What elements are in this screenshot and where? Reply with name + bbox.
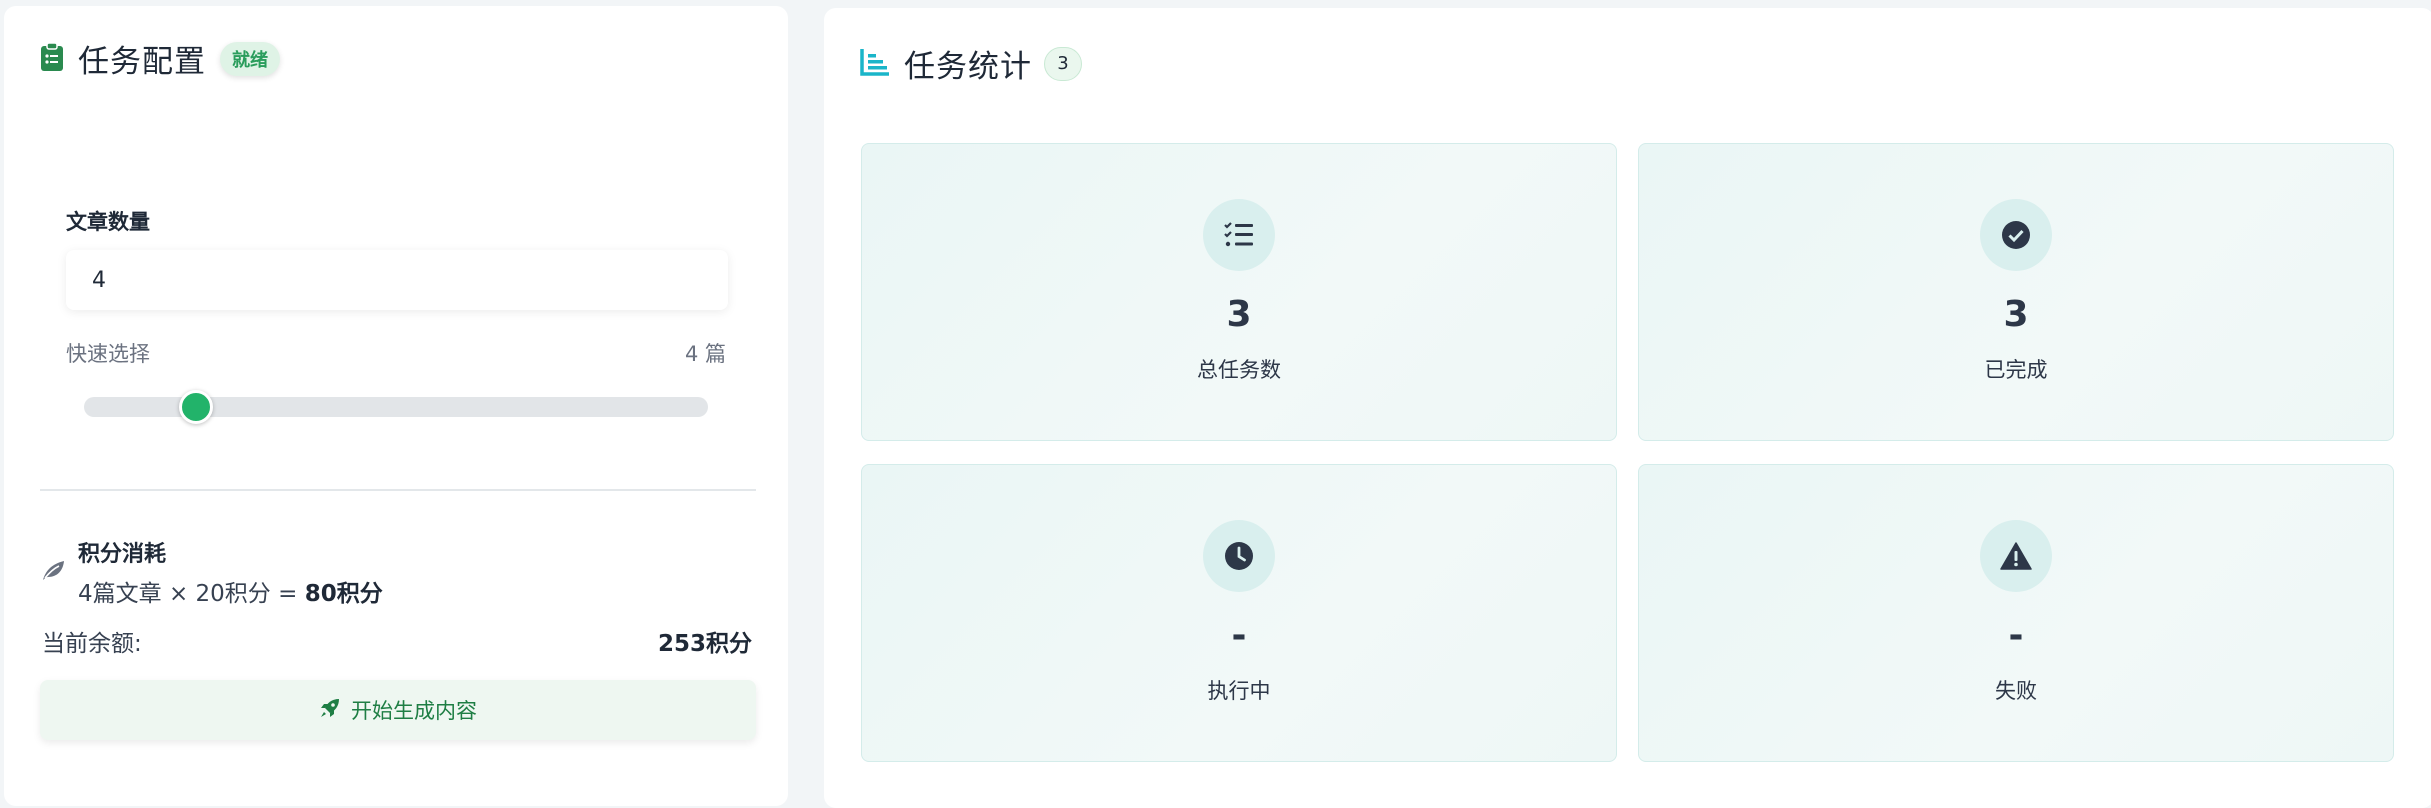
warning-icon: [1980, 520, 2052, 592]
stats-title: 任务统计: [904, 49, 1032, 85]
stat-label: 失败: [1995, 679, 2037, 703]
quick-select-value: 4 篇: [684, 342, 726, 366]
stat-label: 执行中: [1207, 679, 1271, 703]
start-button-label: 开始生成内容: [351, 699, 477, 723]
cost-formula-prefix: 4篇文章 × 20积分 =: [78, 581, 305, 607]
cost-title: 积分消耗: [78, 542, 167, 567]
stat-value: 3: [2003, 294, 2029, 335]
cost-total: 80积分: [304, 581, 383, 607]
quick-select-label: 快速选择: [66, 342, 150, 366]
config-title: 任务配置: [78, 44, 206, 80]
stat-value: -: [1231, 615, 1247, 656]
status-badge: 就绪: [220, 41, 280, 76]
balance-value: 253积分: [657, 631, 752, 657]
task-config-panel: 任务配置 就绪 文章数量 4 快速选择 4 篇 积分消耗 4篇文章 × 20积分…: [4, 6, 788, 806]
task-count-badge: 3: [1044, 46, 1082, 81]
rocket-icon: [319, 697, 341, 724]
clipboard-icon: [40, 41, 64, 76]
stat-value: -: [2008, 615, 2024, 656]
article-count-label: 文章数量: [66, 210, 150, 234]
slider-thumb[interactable]: [179, 390, 214, 424]
stat-card-running: - 执行中: [861, 464, 1617, 762]
stat-card-failed: - 失败: [1638, 464, 2394, 762]
leaf-icon: [40, 558, 66, 586]
stat-card-completed: 3 已完成: [1638, 143, 2394, 441]
divider: [40, 489, 756, 491]
check-circle-icon: [1980, 199, 2052, 271]
article-count-slider[interactable]: [84, 397, 708, 417]
start-generate-button[interactable]: 开始生成内容: [40, 680, 756, 740]
stat-label: 总任务数: [1197, 358, 1281, 382]
stat-label: 已完成: [1984, 358, 2048, 382]
cost-formula: 4篇文章 × 20积分 = 80积分: [78, 574, 383, 608]
task-stats-panel: 任务统计 3 3 总任务数 3 已完成 - 执行中 - 失败: [824, 8, 2431, 808]
config-header: 任务配置 就绪: [40, 36, 280, 81]
list-check-icon: [1203, 199, 1275, 271]
stat-value: 3: [1226, 294, 1252, 335]
clock-icon: [1203, 520, 1275, 592]
stats-header: 任务统计 3: [860, 41, 1082, 86]
chart-bar-icon: [860, 48, 890, 80]
stat-card-total: 3 总任务数: [861, 143, 1617, 441]
article-count-input[interactable]: 4: [66, 250, 728, 310]
balance-label: 当前余额:: [42, 631, 142, 657]
